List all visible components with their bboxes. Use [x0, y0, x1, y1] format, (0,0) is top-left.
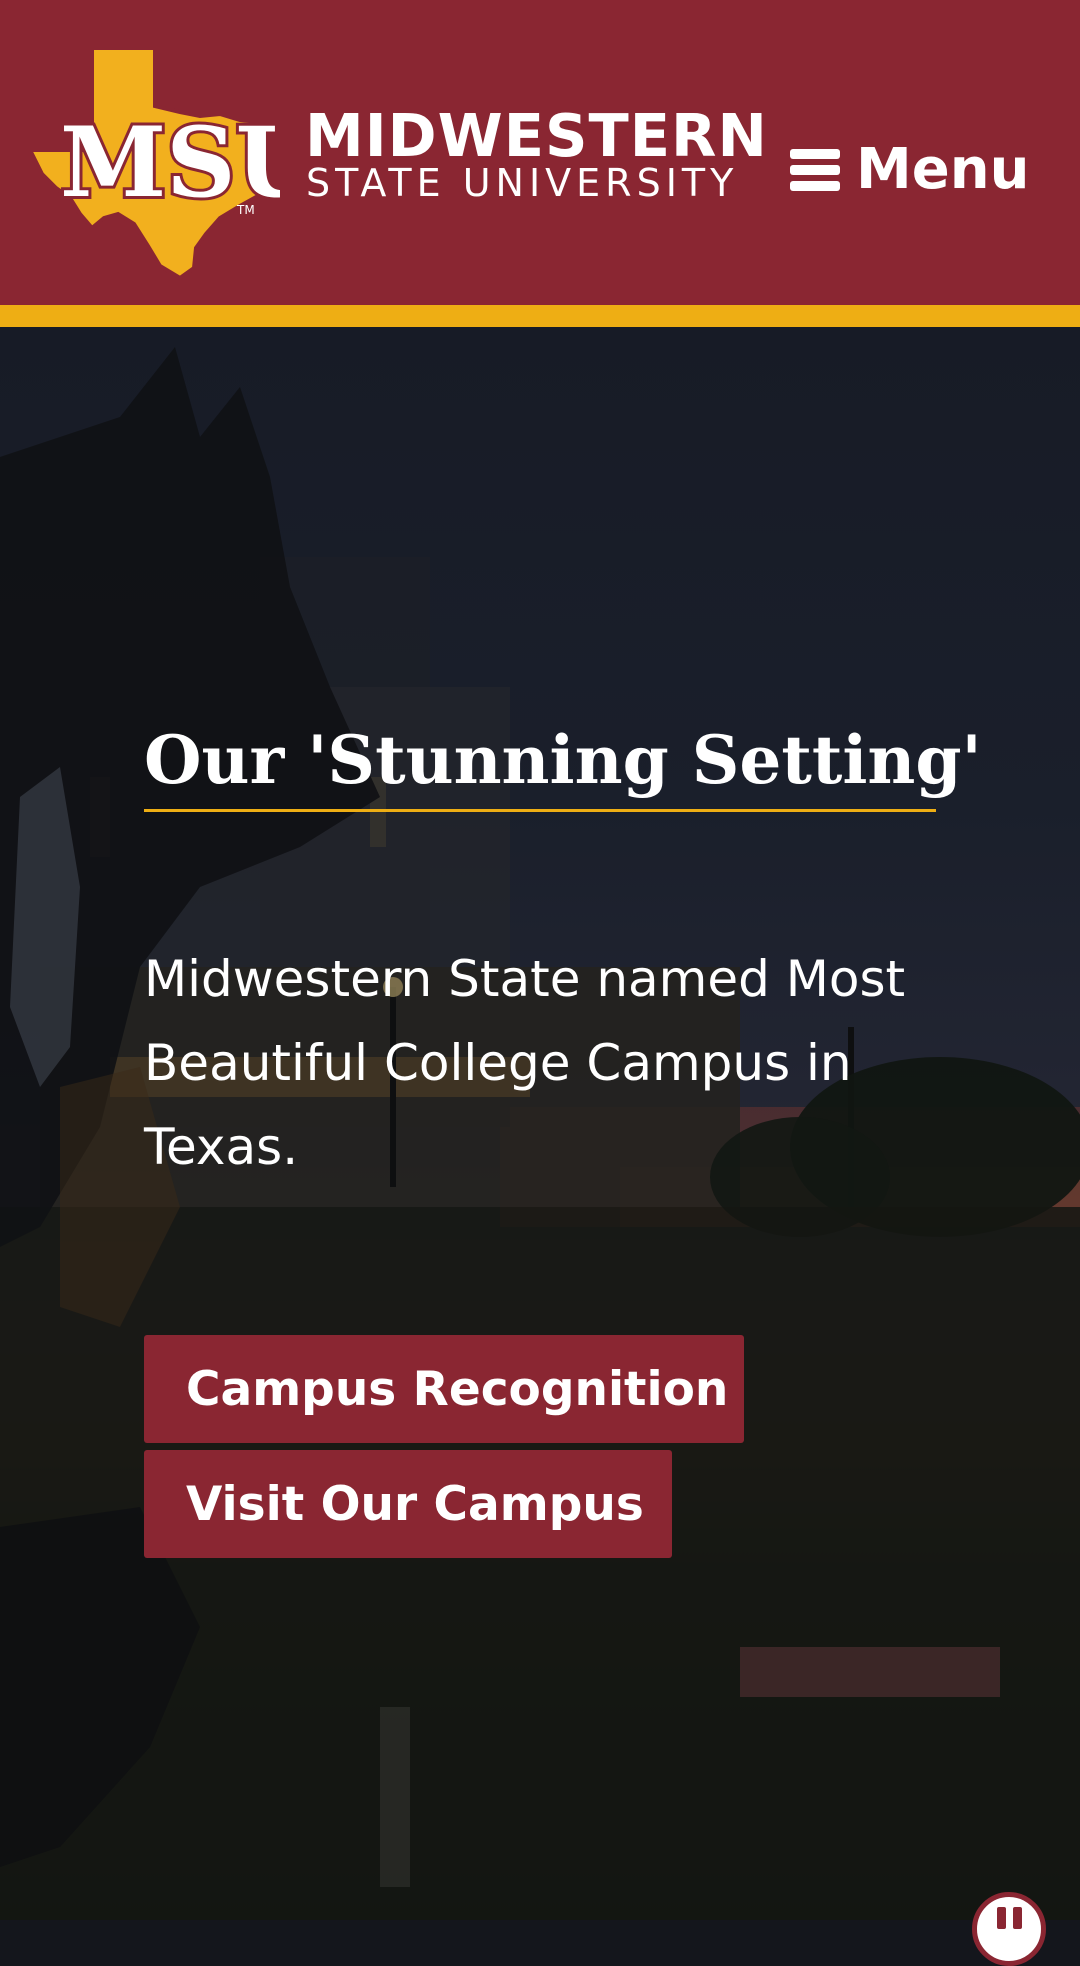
pause-icon: [996, 1907, 1022, 1929]
visit-our-campus-button[interactable]: Visit Our Campus: [144, 1450, 672, 1558]
logo-wordmark-line1: MIDWESTERN: [305, 101, 768, 170]
campus-recognition-button[interactable]: Campus Recognition: [144, 1335, 744, 1443]
logo-wordmark-line2: STATE UNIVERSITY: [306, 161, 739, 205]
campus-recognition-label: Campus Recognition: [186, 1361, 729, 1417]
hero-title: Our 'Stunning Setting': [144, 721, 982, 799]
menu-label: Menu: [856, 137, 1030, 202]
msu-logo-link[interactable]: MSU TM MIDWESTERN STATE UNIVERSITY: [30, 46, 790, 281]
hamburger-icon: [790, 149, 840, 191]
menu-button[interactable]: Menu: [790, 135, 1029, 205]
slideshow-pause-button[interactable]: [972, 1892, 1046, 1966]
hero-banner: Our 'Stunning Setting' Midwestern State …: [0, 327, 1080, 1920]
visit-our-campus-label: Visit Our Campus: [186, 1476, 644, 1532]
hero-title-underline: [144, 809, 936, 812]
header-gold-stripe: [0, 305, 1080, 327]
trademark-symbol: TM: [236, 203, 255, 217]
msu-texas-logo: MSU TM: [30, 46, 280, 281]
hero-description: Midwestern State named Most Beautiful Co…: [144, 950, 906, 1176]
site-header: MSU TM MIDWESTERN STATE UNIVERSITY Menu: [0, 0, 1080, 305]
